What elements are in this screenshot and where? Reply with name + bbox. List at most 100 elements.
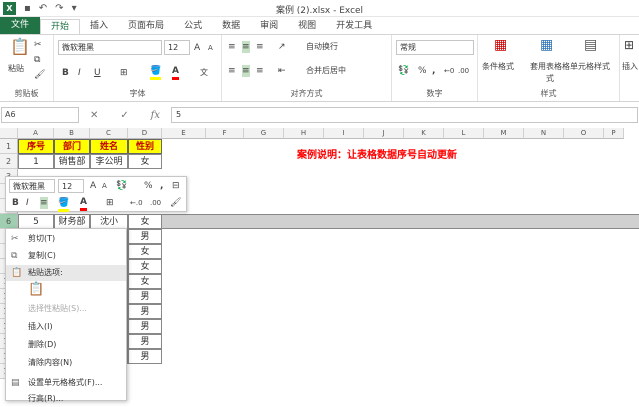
mini-grow-font-icon[interactable]: A [90,180,96,192]
paste-icon[interactable]: 📋 [10,39,30,55]
header-cell[interactable]: 序号 [18,139,54,154]
align-center-icon[interactable]: ≡ [242,65,250,77]
mini-shrink-font-icon[interactable]: A [102,180,107,192]
row-header-6[interactable]: 6 [0,214,18,229]
border-icon[interactable]: ⊞ [120,67,128,79]
font-name-select[interactable]: 微软雅黑 [58,40,162,55]
column-header-m[interactable]: M [484,128,524,139]
column-header-g[interactable]: G [244,128,284,139]
mini-comma-button[interactable]: , [160,180,163,192]
context-menu-item-2[interactable]: 📋 粘贴选项: [6,265,126,281]
data-cell[interactable]: 女 [128,214,162,229]
table-format-icon[interactable]: ▦ [540,38,553,52]
header-cell[interactable]: 姓名 [90,139,128,154]
context-menu-item-4[interactable]: 选择性粘贴(S)... [6,301,126,317]
conditional-format-icon[interactable]: ▦ [494,38,507,52]
cell-styles-button[interactable]: 单元格样式 [570,61,610,73]
context-menu-item-3[interactable]: 📋 [6,282,126,298]
number-format-select[interactable]: 常规 [396,40,474,55]
column-header-e[interactable]: E [162,128,206,139]
context-menu-item-9[interactable]: 行高(R)... [6,391,126,407]
mini-italic-button[interactable]: I [26,197,29,209]
copy-icon[interactable]: ⧉ [34,54,40,66]
enter-icon[interactable]: ✓ [120,110,128,121]
column-header-b[interactable]: B [54,128,90,139]
tab-view[interactable]: 视图 [288,19,326,34]
insert-cells-icon[interactable]: ⊞ [624,39,634,51]
comma-button[interactable]: , [432,65,435,77]
shrink-font-icon[interactable]: A [208,42,213,54]
mini-font-color-icon[interactable]: A [80,196,87,211]
wrap-text-button[interactable]: 自动换行 [306,41,338,53]
data-cell[interactable]: 财务部 [54,214,90,229]
merge-center-button[interactable]: 合并后居中 [306,65,346,77]
gender-cell[interactable]: 女 [128,259,162,274]
select-all-corner[interactable] [0,128,18,139]
data-cell[interactable]: 女 [128,154,162,169]
header-cell[interactable]: 性别 [128,139,162,154]
font-color-icon[interactable]: A [172,65,179,80]
paste-option-icon[interactable]: 📋 [28,282,44,298]
cut-icon[interactable]: ✂ [34,39,42,51]
column-header-p[interactable]: P [604,128,624,139]
column-header-a[interactable]: A [18,128,54,139]
mini-border-icon[interactable]: ⊞ [106,197,114,209]
column-header-h[interactable]: H [284,128,324,139]
column-header-f[interactable]: F [206,128,244,139]
mini-currency-icon[interactable]: 💱 [116,180,127,192]
currency-icon[interactable]: 💱 [398,65,409,77]
fill-color-icon[interactable]: 🪣 [150,65,162,80]
mini-format-table-icon[interactable]: ⊟ [172,180,180,192]
row-header-1[interactable]: 1 [0,139,18,154]
mini-format-painter-icon[interactable]: 🖌 [170,197,181,209]
tab-insert[interactable]: 插入 [80,19,118,34]
align-top-icon[interactable]: ≡ [228,41,236,53]
data-cell[interactable]: 1 [18,154,54,169]
gender-cell[interactable]: 女 [128,274,162,289]
conditional-format-button[interactable]: 条件格式 [482,61,514,73]
align-right-icon[interactable]: ≡ [256,65,264,77]
mini-decrease-decimal-icon[interactable]: .00 [150,197,161,209]
align-bottom-icon[interactable]: ≡ [256,41,264,53]
mini-increase-decimal-icon[interactable]: ←.0 [130,197,143,209]
cell-styles-icon[interactable]: ▤ [584,38,597,52]
italic-button[interactable]: I [78,67,81,79]
context-menu-item-7[interactable]: 清除内容(N) [6,355,126,371]
column-header-j[interactable]: J [364,128,404,139]
data-cell[interactable]: 沈小 [90,214,128,229]
bold-button[interactable]: B [62,67,69,79]
tab-home[interactable]: 开始 [40,19,81,34]
context-menu-item-5[interactable]: 插入(I) [6,319,126,335]
cancel-icon[interactable]: ✕ [90,110,98,121]
row-header-2[interactable]: 2 [0,154,18,169]
gender-cell[interactable]: 男 [128,289,162,304]
column-header-l[interactable]: L [444,128,484,139]
mini-percent-button[interactable]: % [144,180,153,192]
align-middle-icon[interactable]: ≡ [242,41,250,53]
phonetic-icon[interactable]: 文 [200,67,208,79]
gender-cell[interactable]: 男 [128,229,162,244]
context-menu-item-0[interactable]: ✂ 剪切(T) [6,231,126,247]
column-header-c[interactable]: C [90,128,128,139]
tab-developer[interactable]: 开发工具 [326,19,382,34]
gender-cell[interactable]: 女 [128,244,162,259]
context-menu-item-8[interactable]: ▤ 设置单元格格式(F)... [6,375,126,391]
formula-input[interactable]: 5 [171,107,638,123]
insert-function-icon[interactable]: fx [151,110,160,121]
indent-icon[interactable]: ⇤ [278,65,286,77]
insert-cells-button[interactable]: 插入 [622,61,638,73]
column-header-n[interactable]: N [524,128,564,139]
context-menu-item-6[interactable]: 删除(D) [6,337,126,353]
tab-file[interactable]: 文件 [0,17,41,34]
gender-cell[interactable]: 男 [128,334,162,349]
percent-button[interactable]: % [418,65,427,77]
data-cell[interactable]: 5 [18,214,54,229]
orientation-icon[interactable]: ↗ [278,41,286,53]
mini-fill-color-icon[interactable]: 🪣 [58,197,70,212]
gender-cell[interactable]: 男 [128,304,162,319]
tab-data[interactable]: 数据 [212,19,250,34]
gender-cell[interactable]: 男 [128,349,162,364]
column-header-o[interactable]: O [564,128,604,139]
header-cell[interactable]: 部门 [54,139,90,154]
mini-center-icon[interactable]: ≡ [40,197,48,209]
